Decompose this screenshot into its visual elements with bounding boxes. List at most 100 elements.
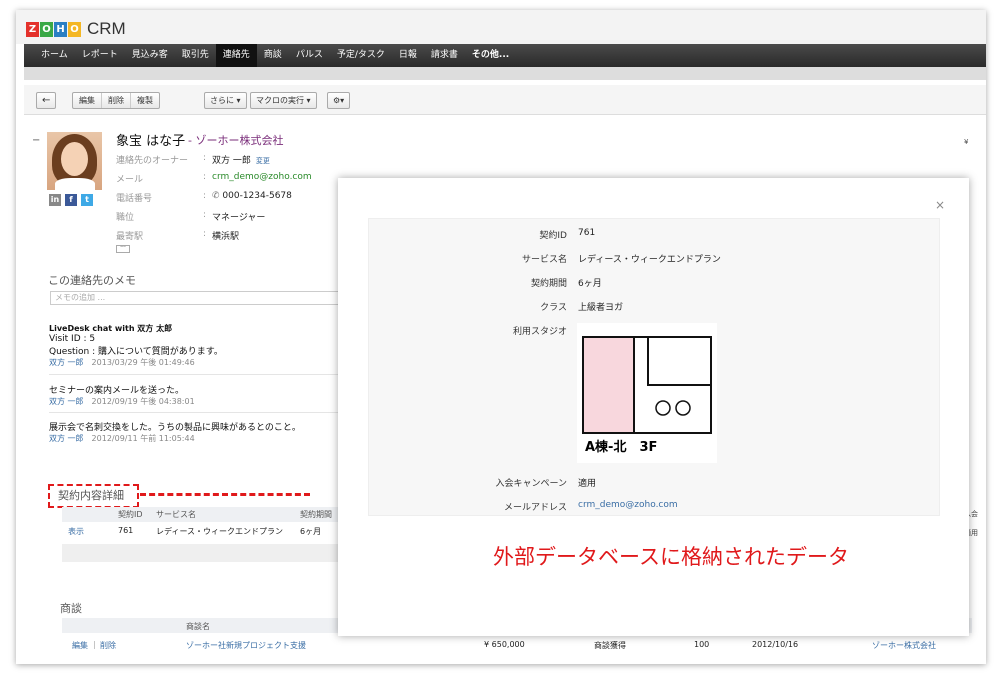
owner-value: 双方 一郎 (212, 156, 251, 166)
table-row: 編集 | 削除 ゾーホー社新規プロジェクト支援 ¥ 650,000 商談獲得 1… (62, 637, 972, 653)
annotation-arrow (140, 493, 310, 496)
divider (49, 374, 349, 375)
field-label: 最寄駅 (116, 232, 144, 242)
email-link[interactable]: crm_demo@zoho.com (212, 172, 312, 182)
nav-item-home[interactable]: ホーム (34, 44, 75, 67)
logo-tile: Z (26, 21, 39, 37)
nav-item-leads[interactable]: 見込み客 (125, 44, 175, 67)
logo-tile: O (40, 21, 53, 37)
table-footer (62, 544, 352, 562)
sub-strip (24, 67, 986, 80)
column-header: 契約期間 (300, 510, 332, 519)
account-link[interactable]: ゾーホー株式会社 (872, 640, 936, 651)
note-line: LiveDesk chat with 双方 太郎 (49, 324, 173, 333)
edit-button-group: 編集 削除 複製 (72, 92, 160, 109)
detail-value: 6ヶ月 (578, 279, 602, 289)
nav-item-invoices[interactable]: 請求書 (424, 44, 465, 67)
contract-detail-popup: × 契約ID 761 サービス名 レディース・ウィークエンドプラン 契約期間 6ヶ月 … (338, 178, 969, 636)
logo-tile: H (54, 21, 67, 37)
app-name: CRM (87, 19, 126, 38)
note-line: セミナーの案内メールを送った。 (49, 386, 185, 396)
detail-label: クラス (540, 303, 567, 313)
linkedin-icon[interactable]: in (49, 194, 61, 206)
settings-button[interactable]: ⚙▾ (327, 92, 351, 109)
contact-company-link[interactable]: - ゾーホー株式会社 (188, 132, 283, 148)
field-value: ✆ 000-1234-5678 (212, 191, 292, 201)
memo-section-title: この連絡先のメモ (48, 274, 136, 287)
cell: 商談獲得 (594, 641, 626, 650)
cell: 761 (118, 526, 134, 535)
column-header: 契約ID (118, 510, 143, 519)
phone-value[interactable]: 000-1234-5678 (222, 191, 291, 201)
field-value: 横浜駅 (212, 232, 240, 242)
edit-link[interactable]: 編集 (72, 640, 88, 651)
top-bar: Z O H O CRM (16, 10, 986, 44)
nav-item-pulse[interactable]: パルス (289, 44, 330, 67)
more-actions-button[interactable]: さらに ▾ (204, 92, 247, 109)
contact-name: 象宝 はな子 (116, 134, 186, 149)
note-author[interactable]: 双方 一郎 (49, 434, 84, 443)
cell: レディース・ウィークエンドプラン (156, 527, 284, 536)
detail-value: 上級者ヨガ (578, 303, 624, 313)
note-line: Question : 購入について質問があります。 (49, 347, 223, 357)
edit-button[interactable]: 編集 (73, 93, 102, 108)
nav-item-daily-report[interactable]: 日報 (392, 44, 424, 67)
field-label: 電話番号 (116, 194, 153, 204)
field-label: 連絡先のオーナー (116, 156, 189, 166)
note-meta: 双方 一郎 2012/09/19 午後 04:38:01 (49, 396, 349, 407)
copy-button[interactable]: 複製 (131, 93, 159, 108)
detail-value: 761 (578, 228, 596, 238)
nav-item-tasks[interactable]: 予定/タスク (330, 44, 392, 67)
memo-input[interactable]: メモの追加 ... (50, 291, 350, 305)
note-item: LiveDesk chat with 双方 太郎 Visit ID : 5 Qu… (49, 323, 349, 368)
twitter-icon[interactable]: t (81, 194, 93, 206)
note-line: 展示会で名刺交換をした。うちの製品に興味があるとのこと。 (49, 423, 301, 433)
nav-item-reports[interactable]: レポート (75, 44, 125, 67)
truncated-edge: ¥ (964, 138, 969, 146)
nav-item-deals[interactable]: 商談 (257, 44, 289, 67)
separator: | (93, 640, 96, 649)
column-header: サービス名 (156, 510, 196, 519)
deal-name-link[interactable]: ゾーホー社新規プロジェクト支援 (186, 640, 306, 651)
note-date: 2013/03/29 午後 01:49:46 (91, 358, 195, 367)
detail-value: 適用 (578, 479, 597, 489)
detail-label: 利用スタジオ (512, 327, 567, 337)
note-author[interactable]: 双方 一郎 (49, 358, 84, 367)
divider (49, 412, 349, 413)
detail-label: 契約期間 (530, 279, 567, 289)
close-icon[interactable]: × (935, 198, 945, 212)
view-link[interactable]: 表示 (68, 526, 84, 537)
nav-item-more[interactable]: その他... (465, 44, 516, 67)
deals-section-title: 商談 (60, 602, 82, 615)
logo-tile: O (68, 21, 81, 37)
cell: 2012/10/16 (752, 640, 799, 649)
studio-floor-plan: A棟-北 3F (577, 323, 717, 463)
contact-avatar (47, 132, 102, 190)
note-item: セミナーの案内メールを送った。 双方 一郎 2012/09/19 午後 04:3… (49, 383, 349, 407)
note-date: 2012/09/19 午後 04:38:01 (91, 397, 195, 406)
social-links: in f t (49, 194, 93, 206)
run-macro-button[interactable]: マクロの実行 ▾ (250, 92, 317, 109)
change-owner-link[interactable]: 変更 (256, 157, 270, 165)
more-fields-button[interactable]: ··· (116, 245, 130, 253)
table-row: 表示 761 レディース・ウィークエンドプラン 6ヶ月 上 (62, 524, 354, 540)
note-item: 展示会で名刺交換をした。うちの製品に興味があるとのこと。 双方 一郎 2012/… (49, 420, 349, 444)
collapse-toggle[interactable]: − (32, 135, 40, 146)
email-link[interactable]: crm_demo@zoho.com (578, 500, 678, 510)
facebook-icon[interactable]: f (65, 194, 77, 206)
zoho-logo[interactable]: Z O H O CRM (26, 19, 126, 39)
detail-label: 契約ID (539, 231, 567, 241)
delete-link[interactable]: 削除 (100, 640, 116, 651)
delete-button[interactable]: 削除 (102, 93, 131, 108)
detail-value: レディース・ウィークエンドプラン (578, 255, 721, 265)
nav-item-contacts[interactable]: 連絡先 (215, 44, 257, 67)
cell: 6ヶ月 (300, 527, 322, 536)
detail-panel: 契約ID 761 サービス名 レディース・ウィークエンドプラン 契約期間 6ヶ月 クラ… (368, 218, 940, 516)
nav-item-accounts[interactable]: 取引先 (175, 44, 216, 67)
note-author[interactable]: 双方 一郎 (49, 397, 84, 406)
detail-label: メールアドレス (503, 503, 567, 513)
back-button[interactable]: ← (36, 92, 57, 109)
record-toolbar: ← 編集 削除 複製 さらに ▾ マクロの実行 ▾ ⚙▾ (24, 85, 986, 115)
field-label: メール (116, 175, 144, 185)
external-data-annotation: 外部データベースに格納されたデータ (493, 545, 849, 569)
